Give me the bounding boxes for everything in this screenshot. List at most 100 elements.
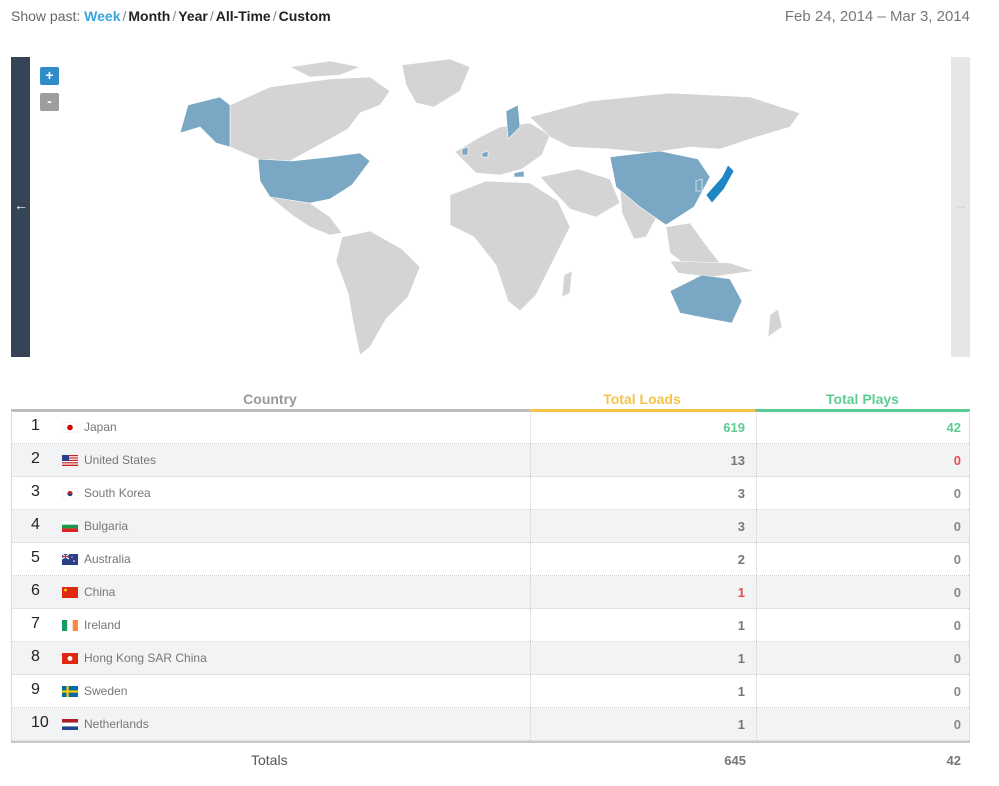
row-total-plays: 0 xyxy=(953,618,961,633)
totals-loads: 645 xyxy=(724,753,746,768)
header-total-loads[interactable]: Total Loads xyxy=(529,391,755,407)
table-row[interactable]: 3 South Korea 3 0 xyxy=(12,477,969,510)
flag-bg-icon xyxy=(62,521,78,532)
row-rank: 3 xyxy=(31,483,40,500)
table-row[interactable]: 7 Ireland 1 0 xyxy=(12,609,969,642)
map-usa xyxy=(257,152,371,204)
row-rank: 7 xyxy=(31,615,40,632)
row-rank: 5 xyxy=(31,549,40,566)
row-country[interactable]: Ireland xyxy=(84,618,121,632)
map-africa xyxy=(449,180,571,312)
country-stats-table: Country Total Loads Total Plays 1 Japan 61… xyxy=(11,385,970,777)
flag-kr-icon xyxy=(62,488,78,499)
row-total-loads: 2 xyxy=(737,552,745,567)
totals-label: Totals xyxy=(251,752,288,768)
row-rank: 10 xyxy=(31,714,49,731)
row-total-loads: 1 xyxy=(737,618,745,633)
row-country[interactable]: United States xyxy=(84,453,156,467)
table-row[interactable]: 1 Japan 619 42 xyxy=(12,411,969,444)
table-header: Country Total Loads Total Plays xyxy=(11,385,970,412)
filter-separator: / xyxy=(209,8,214,24)
table-row[interactable]: 6 China 1 0 xyxy=(12,576,969,609)
row-rank: 6 xyxy=(31,582,40,599)
row-total-loads: 1 xyxy=(737,684,745,699)
row-country[interactable]: South Korea xyxy=(84,486,151,500)
arrow-left-icon: ← xyxy=(14,197,28,213)
map-europe xyxy=(454,122,551,176)
map-new-zealand xyxy=(767,308,783,338)
map-south-america xyxy=(335,230,421,356)
flag-au-icon xyxy=(62,554,78,565)
row-rank: 1 xyxy=(31,417,40,434)
map-russia xyxy=(529,92,801,154)
row-total-loads: 1 xyxy=(737,585,745,600)
world-map[interactable] xyxy=(30,57,951,357)
flag-jp-icon xyxy=(62,422,78,433)
map-greenland xyxy=(401,58,471,108)
flag-se-icon xyxy=(62,686,78,697)
map-zoom-out-button[interactable]: - xyxy=(40,93,59,111)
row-total-plays: 0 xyxy=(953,684,961,699)
time-filter-label: Show past: xyxy=(11,8,81,24)
header-total-plays[interactable]: Total Plays xyxy=(755,391,970,407)
arrow-right-icon: → xyxy=(954,197,968,213)
table-row[interactable]: 2 United States 13 0 xyxy=(12,444,969,477)
world-map-panel: ← + - → xyxy=(11,57,970,357)
row-total-loads: 1 xyxy=(737,651,745,666)
map-alaska xyxy=(179,96,231,148)
table-row[interactable]: 10 Netherlands 1 0 xyxy=(12,708,969,741)
row-country[interactable]: China xyxy=(84,585,115,599)
table-row[interactable]: 8 Hong Kong SAR China 1 0 xyxy=(12,642,969,675)
row-country[interactable]: Netherlands xyxy=(84,717,149,731)
row-country[interactable]: Hong Kong SAR China xyxy=(84,651,207,665)
flag-ie-icon xyxy=(62,620,78,631)
map-canada xyxy=(229,76,391,162)
row-total-loads: 13 xyxy=(730,453,745,468)
filter-year-link[interactable]: Year xyxy=(178,8,208,24)
map-arctic-islands xyxy=(289,60,362,78)
flag-nl-icon xyxy=(62,719,78,730)
row-total-plays: 0 xyxy=(953,552,961,567)
row-rank: 4 xyxy=(31,516,40,533)
map-madagascar xyxy=(561,270,573,298)
map-nav-right-button[interactable]: → xyxy=(951,57,970,357)
table-row[interactable]: 9 Sweden 1 0 xyxy=(12,675,969,708)
map-japan xyxy=(705,164,735,204)
flag-hk-icon xyxy=(62,653,78,664)
row-total-plays: 0 xyxy=(953,585,961,600)
map-indonesia xyxy=(669,260,755,278)
totals-plays: 42 xyxy=(946,753,961,768)
row-total-plays: 0 xyxy=(953,651,961,666)
map-bulgaria xyxy=(513,170,525,178)
row-country[interactable]: Australia xyxy=(84,552,131,566)
date-range: Feb 24, 2014 – Mar 3, 2014 xyxy=(784,8,970,25)
row-rank: 8 xyxy=(31,648,40,665)
row-total-loads: 619 xyxy=(723,420,745,435)
map-australia xyxy=(669,274,743,324)
top-bar: Show past: Week / Month / Year / All-Time / Cust… xyxy=(11,8,970,28)
header-country[interactable]: Country xyxy=(11,391,529,407)
row-country[interactable]: Sweden xyxy=(84,684,127,698)
table-row[interactable]: 4 Bulgaria 3 0 xyxy=(12,510,969,543)
row-rank: 2 xyxy=(31,450,40,467)
table-body: 1 Japan 619 42 2 United States 13 0 3 South Korea… xyxy=(11,411,970,741)
flag-us-icon xyxy=(62,455,78,466)
row-country[interactable]: Bulgaria xyxy=(84,519,128,533)
row-total-plays: 0 xyxy=(953,717,961,732)
map-south-korea xyxy=(695,178,703,192)
filter-week-link[interactable]: Week xyxy=(84,8,120,24)
table-row[interactable]: 5 Australia 2 0 xyxy=(12,543,969,576)
filter-month-link[interactable]: Month xyxy=(128,8,170,24)
filter-separator: / xyxy=(272,8,277,24)
row-country[interactable]: Japan xyxy=(84,420,117,434)
filter-all-time-link[interactable]: All-Time xyxy=(216,8,271,24)
filter-custom-link[interactable]: Custom xyxy=(279,8,331,24)
map-zoom-in-button[interactable]: + xyxy=(40,67,59,85)
map-nav-left-button[interactable]: ← xyxy=(11,57,30,357)
row-total-plays: 0 xyxy=(953,486,961,501)
row-rank: 9 xyxy=(31,681,40,698)
row-total-plays: 42 xyxy=(946,420,961,435)
flag-cn-icon xyxy=(62,587,78,598)
row-total-plays: 0 xyxy=(953,519,961,534)
row-total-plays: 0 xyxy=(953,453,961,468)
